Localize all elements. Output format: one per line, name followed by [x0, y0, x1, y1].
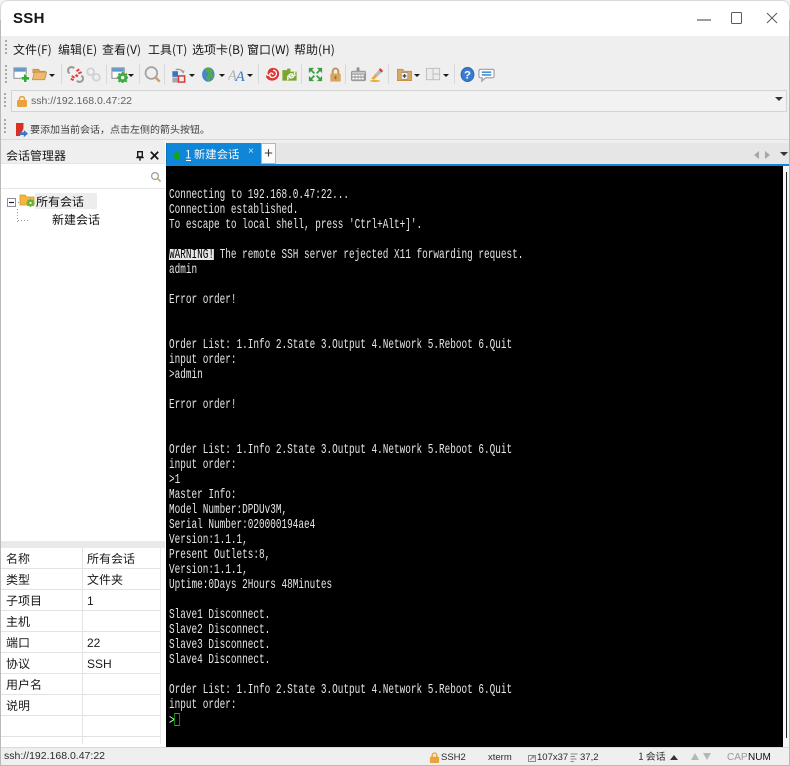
svg-text:A: A	[235, 69, 245, 83]
svg-text:?: ?	[464, 69, 471, 81]
